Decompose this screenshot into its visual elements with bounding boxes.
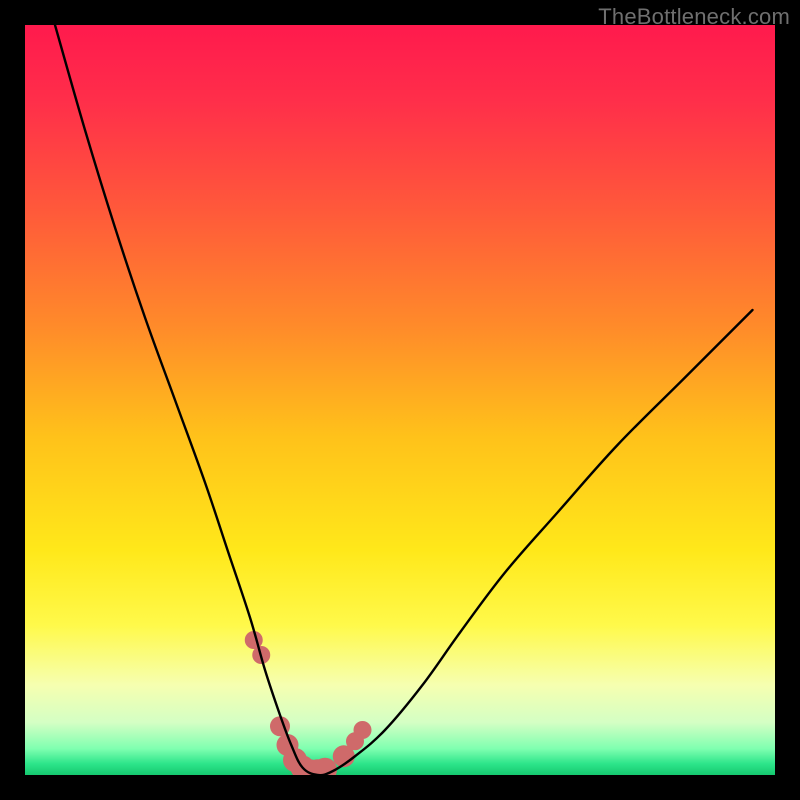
chart-frame: TheBottleneck.com bbox=[0, 0, 800, 800]
curve-markers bbox=[245, 631, 372, 775]
curve-layer bbox=[25, 25, 775, 775]
bottleneck-curve bbox=[55, 25, 753, 775]
curve-marker bbox=[354, 721, 372, 739]
plot-area bbox=[25, 25, 775, 775]
watermark-text: TheBottleneck.com bbox=[598, 4, 790, 30]
